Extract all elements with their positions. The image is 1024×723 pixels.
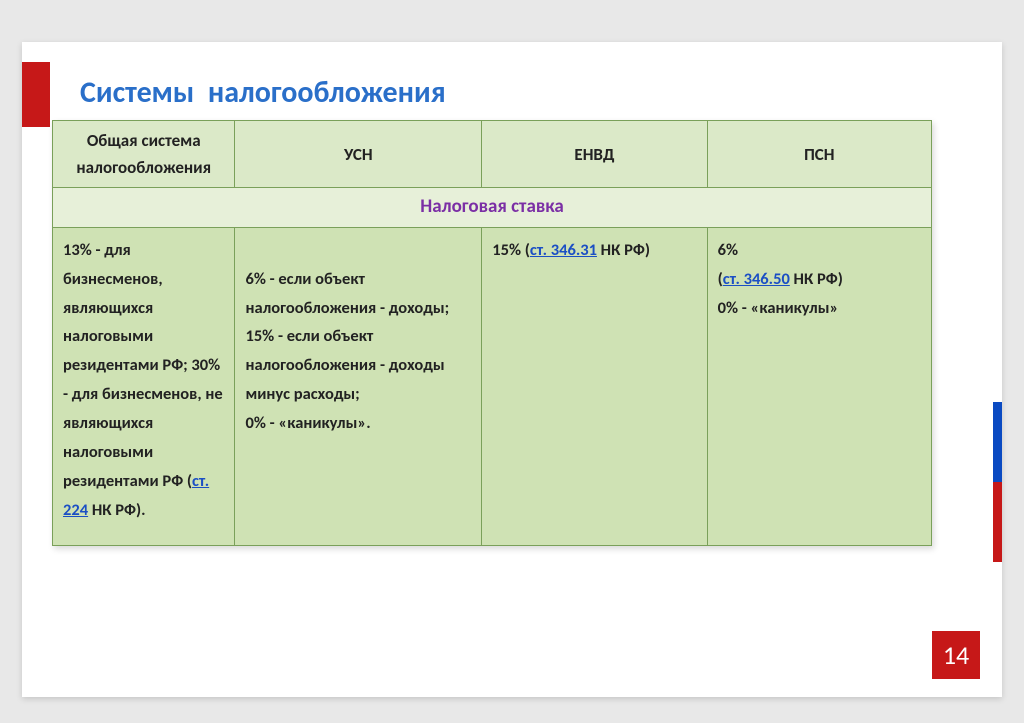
rate-label: Налоговая ставка — [53, 188, 932, 227]
tax-table: Общая система налогообложения УСН ЕНВД П… — [52, 120, 932, 546]
table-header-row: Общая система налогообложения УСН ЕНВД П… — [53, 121, 932, 188]
text: 13% - для бизнесменов, являющихся налого… — [63, 240, 223, 491]
cell-psn: 6% (ст. 346.50 НК РФ) 0% - «каникулы» — [707, 227, 931, 545]
header-cell: УСН — [235, 121, 482, 188]
cell-general: 13% - для бизнесменов, являющихся налого… — [53, 227, 235, 545]
slide-title: Системы налогообложения — [80, 74, 446, 111]
flag-white — [993, 322, 1002, 402]
header-cell: ЕНВД — [482, 121, 707, 188]
table-body-row: 13% - для бизнесменов, являющихся налого… — [53, 227, 932, 545]
text: 6% - если объект налогообложения - доход… — [245, 269, 449, 433]
law-link[interactable]: ст. 346.50 — [723, 269, 790, 289]
flag-blue — [993, 402, 1002, 482]
text: 0% - «каникулы» — [718, 298, 839, 318]
flag-decoration — [993, 322, 1002, 562]
header-cell: Общая система налогообложения — [53, 121, 235, 188]
page-number: 14 — [932, 631, 980, 679]
text: НК РФ) — [790, 269, 843, 289]
flag-red — [993, 482, 1002, 562]
law-link[interactable]: ст. 346.31 — [530, 240, 597, 260]
text: 6% — [718, 240, 738, 260]
rate-header-row: Налоговая ставка — [53, 188, 932, 227]
cell-envd: 15% (ст. 346.31 НК РФ) — [482, 227, 707, 545]
text: НК РФ) — [597, 240, 650, 260]
text: НК РФ). — [88, 500, 145, 520]
slide: Системы налогообложения Общая система на… — [22, 42, 1002, 697]
cell-usn: 6% - если объект налогообложения - доход… — [235, 227, 482, 545]
accent-bar — [22, 62, 50, 127]
header-cell: ПСН — [707, 121, 931, 188]
text: 15% ( — [492, 240, 530, 260]
